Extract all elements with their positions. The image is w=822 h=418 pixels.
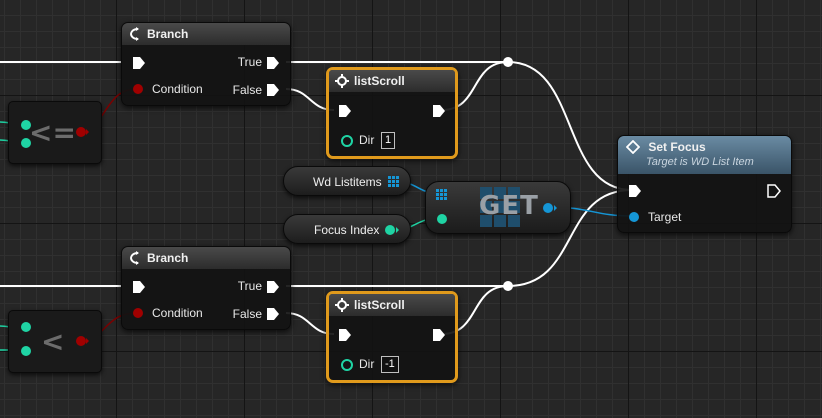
object-output-pin[interactable] (542, 202, 558, 214)
node-header[interactable]: Branch (122, 247, 290, 269)
branch-node-top[interactable]: Branch True Condition False (121, 22, 291, 106)
exec-output-false-pin[interactable] (266, 83, 280, 97)
get-array-node[interactable]: GET (425, 181, 571, 234)
int-input-pin[interactable] (20, 345, 32, 357)
node-title: listScroll (354, 298, 405, 312)
int-input-pin[interactable] (340, 134, 354, 148)
false-label: False (232, 83, 262, 97)
false-label: False (232, 307, 262, 321)
set-focus-node[interactable]: Set Focus Target is WD List Item Target (617, 135, 792, 233)
exec-input-pin[interactable] (628, 184, 642, 198)
target-input-pin[interactable] (628, 211, 640, 223)
exec-input-pin[interactable] (338, 104, 352, 118)
node-header[interactable]: listScroll (329, 70, 455, 92)
compare-node-top[interactable]: <= (8, 101, 102, 164)
exec-input-pin[interactable] (132, 280, 146, 294)
exec-output-pin[interactable] (767, 184, 781, 198)
condition-label: Condition (152, 82, 203, 96)
exec-output-true-pin[interactable] (266, 280, 280, 294)
compare-symbol: <= (29, 116, 76, 149)
exec-input-pin[interactable] (132, 56, 146, 70)
exec-input-pin[interactable] (338, 328, 352, 342)
exec-output-true-pin[interactable] (266, 56, 280, 70)
dir-label: Dir (359, 133, 375, 147)
compare-symbol: < (41, 325, 65, 358)
condition-label: Condition (152, 306, 203, 320)
function-diamond-icon (626, 139, 640, 154)
int-input-pin[interactable] (340, 358, 354, 372)
exec-output-false-pin[interactable] (266, 307, 280, 321)
node-header[interactable]: listScroll (329, 294, 455, 316)
node-title: Branch (147, 27, 189, 41)
bool-output-pin[interactable] (75, 126, 89, 138)
true-label: True (237, 55, 262, 69)
focus-index-variable[interactable]: Focus Index (283, 214, 411, 244)
dir-value-input[interactable]: 1 (381, 132, 396, 149)
dir-label: Dir (359, 357, 375, 371)
node-title: listScroll (354, 74, 405, 88)
node-subtitle: Target is WD List Item (646, 155, 754, 168)
wd-listitems-variable[interactable]: Wd Listitems (283, 166, 411, 196)
node-header[interactable]: Branch (122, 23, 290, 45)
function-gear-icon (335, 74, 349, 88)
array-output-pin[interactable] (388, 176, 400, 188)
bool-input-pin[interactable] (132, 307, 146, 319)
function-gear-icon (335, 298, 349, 312)
node-header[interactable]: Set Focus Target is WD List Item (618, 136, 791, 174)
array-input-pin[interactable] (436, 189, 448, 201)
node-title: Set Focus (648, 139, 706, 154)
bool-output-pin[interactable] (75, 335, 89, 347)
compare-node-bottom[interactable]: < (8, 310, 102, 373)
target-label: Target (648, 210, 682, 224)
exec-output-pin[interactable] (432, 328, 446, 342)
get-label: GET (479, 191, 539, 221)
true-label: True (237, 279, 262, 293)
int-output-pin[interactable] (384, 224, 400, 236)
variable-label: Wd Listitems (313, 175, 382, 189)
branch-node-bottom[interactable]: Branch True Condition False (121, 246, 291, 330)
dir-value-input[interactable]: -1 (381, 356, 399, 373)
node-title: Branch (147, 251, 189, 265)
list-scroll-node-top[interactable]: listScroll Dir 1 (326, 67, 458, 159)
int-input-pin[interactable] (436, 213, 448, 225)
list-scroll-node-bottom[interactable]: listScroll Dir -1 (326, 291, 458, 383)
int-input-pin[interactable] (20, 119, 32, 131)
branch-icon (128, 27, 142, 41)
bool-input-pin[interactable] (132, 83, 146, 95)
branch-icon (128, 251, 142, 265)
exec-output-pin[interactable] (432, 104, 446, 118)
int-input-pin[interactable] (20, 137, 32, 149)
int-input-pin[interactable] (20, 321, 32, 333)
variable-label: Focus Index (314, 223, 380, 237)
